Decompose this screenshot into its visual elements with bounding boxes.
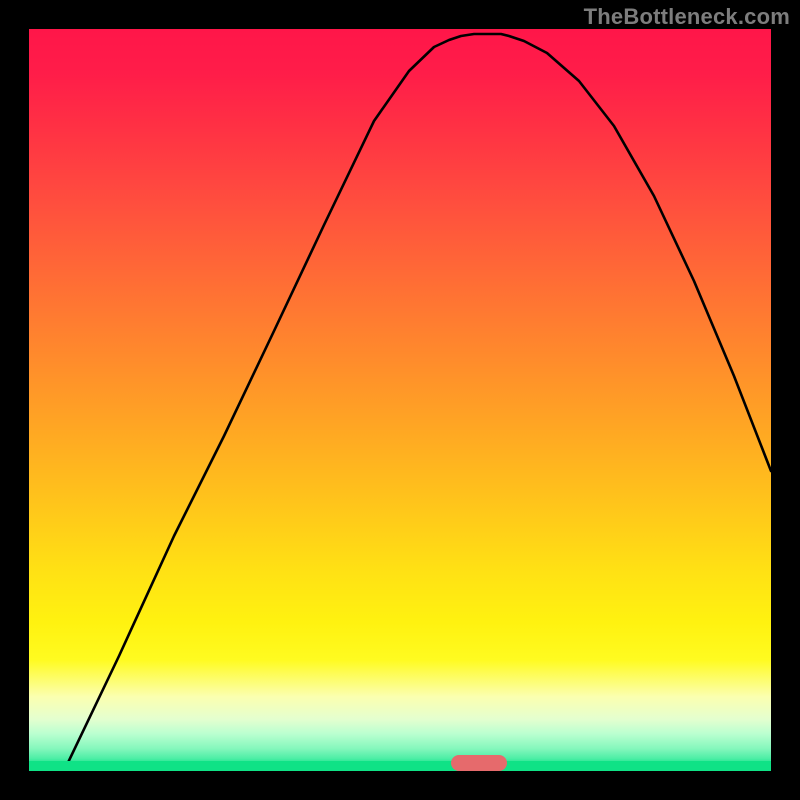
bottleneck-curve [64,34,771,771]
curve-layer [29,29,771,771]
chart-frame: TheBottleneck.com [0,0,800,800]
baseline-band [29,761,771,771]
plot-area [29,29,771,771]
optimal-marker [451,755,507,771]
watermark-text: TheBottleneck.com [584,4,790,30]
